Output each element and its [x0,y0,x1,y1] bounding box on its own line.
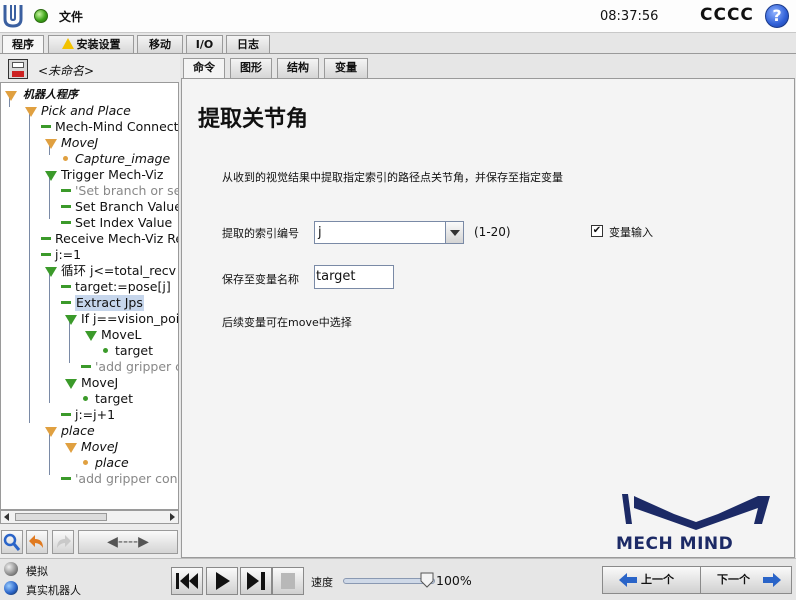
main-tabs: 程序 安装设置 移动 I/O 日志 [0,34,796,55]
ur-logo-icon [3,5,23,28]
save-icon[interactable] [8,59,28,79]
speed-value: 100% [436,573,472,588]
tab-graphics[interactable]: 图形 [230,58,272,78]
arrow-right-icon [763,573,781,587]
simulation-label[interactable]: 模拟 [26,563,48,579]
robot-name: CCCC [700,5,754,25]
clock: 08:37:56 [600,9,659,24]
skip-back-icon [176,573,198,589]
tree-navigate-button[interactable]: ◀----▶ [78,530,178,554]
tab-variables[interactable]: 变量 [324,58,368,78]
next-button[interactable]: 下一个 [700,566,792,594]
warning-icon [61,38,74,49]
file-menu[interactable]: 文件 [59,8,83,25]
program-name: <未命名> [38,64,95,78]
step-forward-button[interactable] [240,567,272,595]
top-bar: 文件 08:37:56 CCCC ? [0,0,796,33]
undo-button[interactable] [26,530,48,554]
redo-icon [57,535,71,548]
save-variable-input[interactable]: target [314,265,394,289]
tab-command[interactable]: 命令 [183,58,225,78]
real-robot-mode-icon[interactable] [4,581,18,595]
variable-input-checkbox[interactable]: ✔ [591,225,603,237]
scroll-thumb[interactable] [15,513,107,521]
step-back-button[interactable] [171,567,203,595]
tab-log[interactable]: 日志 [226,35,270,54]
tree-horizontal-scrollbar[interactable] [0,510,179,524]
scroll-left-icon[interactable] [4,513,9,521]
redo-button[interactable] [52,530,74,554]
simulation-mode-icon[interactable] [4,562,18,576]
tab-installation[interactable]: 安装设置 [48,35,134,54]
tab-move[interactable]: 移动 [137,35,183,54]
index-range: (1-20) [474,225,511,239]
previous-button[interactable]: 上一个 [602,566,710,594]
speed-label: 速度 [311,576,333,589]
stop-icon [281,573,295,589]
program-tree[interactable]: 机器人程序 Pick and Place Mech-Mind Connect M… [0,82,179,510]
variable-input-label: 变量输入 [609,226,653,239]
index-label: 提取的索引编号 [222,227,299,240]
chevron-down-icon [450,230,460,236]
description-text: 从收到的视觉结果中提取指定索引的路径点关节角，并保存至指定变量 [222,171,563,184]
tab-structure[interactable]: 结构 [277,58,319,78]
command-panel: 提取关节角 从收到的视觉结果中提取指定索引的路径点关节角，并保存至指定变量 提取… [181,78,795,558]
tab-program[interactable]: 程序 [2,35,44,55]
dropdown-button[interactable] [445,222,463,243]
save-variable-label: 保存至变量名称 [222,273,299,286]
play-icon [216,572,230,590]
robot-status-icon[interactable] [34,9,48,23]
tab-io[interactable]: I/O [186,35,223,54]
arrow-left-icon [619,573,637,587]
mech-mind-logo-text: MECH MIND [616,534,734,554]
program-tree-panel: <未命名> 机器人程序 Pick and Place Mech-Mind Con… [0,54,180,558]
search-icon [3,533,21,551]
step-forward-icon [247,572,265,590]
undo-icon [29,535,43,548]
bottom-bar: 模拟 真实机器人 速度 100% 上一个 下一个 [0,558,796,600]
tree-toolbar: ◀----▶ [0,528,180,558]
search-button[interactable] [1,530,23,554]
scroll-right-icon[interactable] [170,513,175,521]
index-select[interactable]: j [314,221,464,244]
stop-button[interactable] [272,567,304,595]
real-robot-label[interactable]: 真实机器人 [26,582,81,598]
help-button[interactable]: ? [765,4,789,28]
index-select-value: j [318,225,322,240]
page-title: 提取关节角 [198,106,309,132]
note-text: 后续变量可在move中选择 [222,316,352,329]
play-button[interactable] [206,567,238,595]
speed-slider-handle[interactable] [420,572,434,588]
